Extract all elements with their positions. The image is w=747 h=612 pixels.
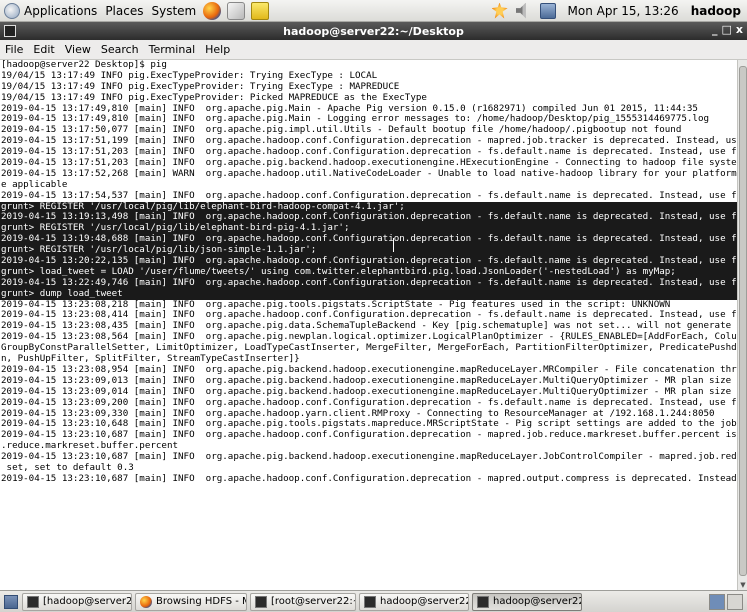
terminal-output[interactable]: [hadoop@server22 Desktop]$ pig 19/04/15 1… <box>0 60 737 590</box>
terminal-line: grunt> REGISTER '/usr/local/pig/lib/json… <box>0 245 737 257</box>
terminal-icon <box>477 595 489 608</box>
terminal-line: 2019-04-15 13:17:49,810 [main] INFO org.… <box>1 114 710 125</box>
firefox-launcher-icon[interactable] <box>203 1 222 20</box>
terminal-line: 19/04/15 13:17:49 INFO pig.ExecTypeProvi… <box>1 81 400 92</box>
terminal-line: 2019-04-15 13:23:08,218 [main] INFO org.… <box>1 299 671 310</box>
workspace-2[interactable] <box>727 593 743 610</box>
terminal-line: 2019-04-15 13:23:09,330 [main] INFO org.… <box>1 408 715 419</box>
menu-search[interactable]: Search <box>96 43 144 56</box>
terminal-line: grunt> REGISTER '/usr/local/pig/lib/elep… <box>0 223 737 235</box>
terminal-line: 2019-04-15 13:22:49,746 [main] INFO org.… <box>0 277 737 289</box>
taskbar-button[interactable]: hadoop@server22:~/D... <box>359 592 469 611</box>
firefox-icon <box>140 595 152 608</box>
close-button[interactable]: x <box>736 23 743 36</box>
top-panel: Applications Places System Mon Apr 15, 1… <box>0 0 747 22</box>
maximize-button[interactable]: □ <box>721 23 731 36</box>
terminal-icon <box>364 595 376 608</box>
places-menu[interactable]: Places <box>101 0 147 22</box>
taskbar-button-label: hadoop@server22:~/D... <box>493 596 581 607</box>
email-launcher-icon[interactable] <box>227 1 246 20</box>
terminal-line: 2019-04-15 13:23:08,564 [main] INFO org.… <box>1 332 737 343</box>
taskbar-button[interactable]: Browsing HDFS - Mozil... <box>135 592 247 611</box>
network-icon[interactable] <box>539 2 556 19</box>
terminal-line: 2019-04-15 13:23:08,954 [main] INFO org.… <box>1 364 737 375</box>
taskbar-button[interactable]: [root@server22:~] <box>250 592 356 611</box>
terminal-line: e applicable <box>1 179 68 190</box>
taskbar-button[interactable]: [hadoop@server22:/us... <box>22 592 132 611</box>
terminal-window-icon[interactable] <box>4 25 16 37</box>
terminal-line: grunt> REGISTER '/usr/local/pig/lib/elep… <box>0 201 737 213</box>
terminal-line: 19/04/15 13:17:49 INFO pig.ExecTypeProvi… <box>1 70 378 81</box>
terminal-line: 2019-04-15 13:17:50,077 [main] INFO org.… <box>1 125 682 136</box>
taskbar-button[interactable]: hadoop@server22:~/D... <box>472 592 582 611</box>
terminal-line: 19/04/15 13:17:49 INFO pig.ExecTypeProvi… <box>1 92 427 103</box>
user-menu[interactable]: hadoop <box>687 4 747 18</box>
taskbar-button-label: hadoop@server22:~/D... <box>380 596 468 607</box>
terminal-line: 2019-04-15 13:23:10,687 [main] INFO org.… <box>1 430 737 441</box>
terminal-line: 2019-04-15 13:23:10,687 [main] INFO org.… <box>1 473 737 484</box>
terminal-line: n, PushUpFilter, SplitFilter, StreamType… <box>1 354 300 365</box>
terminal-line: GroupByConstParallelSetter, LimitOptimiz… <box>1 343 737 354</box>
updates-icon[interactable] <box>491 2 508 19</box>
applications-menu[interactable]: Applications <box>0 0 101 22</box>
gnome-foot-icon <box>4 2 20 19</box>
terminal-line: 2019-04-15 13:23:08,414 [main] INFO org.… <box>1 310 737 321</box>
terminal-line: 2019-04-15 13:23:10,648 [main] INFO org.… <box>1 419 737 430</box>
terminal-line: 2019-04-15 13:17:49,810 [main] INFO org.… <box>1 103 698 114</box>
terminal-line: 2019-04-15 13:23:08,435 [main] INFO org.… <box>1 321 737 332</box>
terminal-line: 2019-04-15 13:23:09,200 [main] INFO org.… <box>1 397 737 408</box>
terminal-line: 2019-04-15 13:17:52,268 [main] WARN org.… <box>1 168 737 179</box>
show-desktop-icon[interactable] <box>4 594 18 609</box>
terminal-scrollbar[interactable]: ▼ <box>737 60 747 590</box>
menu-file[interactable]: File <box>0 43 28 56</box>
mouse-pointer-icon <box>393 238 400 252</box>
bottom-panel: [hadoop@server22:/us... Browsing HDFS - M… <box>0 590 747 612</box>
scrollbar-thumb[interactable] <box>739 66 747 576</box>
menu-edit[interactable]: Edit <box>28 43 59 56</box>
menu-help[interactable]: Help <box>200 43 235 56</box>
system-menu[interactable]: System <box>147 0 200 22</box>
workspace-switcher[interactable] <box>709 593 743 610</box>
applications-menu-label: Applications <box>24 3 98 18</box>
volume-icon[interactable] <box>515 2 526 19</box>
terminal-icon <box>255 595 267 608</box>
terminal-line: grunt> dump load_tweet <box>0 288 737 300</box>
terminal-line: 2019-04-15 13:17:51,199 [main] INFO org.… <box>1 136 737 147</box>
scroll-down-arrow-icon[interactable]: ▼ <box>738 581 747 590</box>
workspace-1[interactable] <box>709 593 725 610</box>
window-title: hadoop@server22:~/Desktop <box>283 24 464 38</box>
taskbar-button-label: Browsing HDFS - Mozil... <box>156 596 246 607</box>
menu-terminal[interactable]: Terminal <box>144 43 201 56</box>
taskbar-button-label: [hadoop@server22:/us... <box>43 596 132 607</box>
terminal-line: set, set to default 0.3 <box>1 462 134 473</box>
menu-view[interactable]: View <box>60 43 96 56</box>
terminal-line: 2019-04-15 13:19:48,688 [main] INFO org.… <box>0 234 737 246</box>
terminal-line: 2019-04-15 13:23:09,013 [main] INFO org.… <box>1 375 737 386</box>
terminal-line: 2019-04-15 13:17:54,537 [main] INFO org.… <box>1 190 737 201</box>
terminal-line: .reduce.markreset.buffer.percent <box>1 441 179 452</box>
terminal-line: 2019-04-15 13:17:51,203 [main] INFO org.… <box>1 147 737 158</box>
clock[interactable]: Mon Apr 15, 13:26 <box>560 4 687 18</box>
terminal-line: 2019-04-15 13:23:10,687 [main] INFO org.… <box>1 452 737 463</box>
window-titlebar[interactable]: hadoop@server22:~/Desktop _ □ x <box>0 22 747 40</box>
terminal-line: 2019-04-15 13:20:22,135 [main] INFO org.… <box>0 256 737 267</box>
terminal-line: 2019-04-15 13:19:13,498 [main] INFO org.… <box>0 212 737 224</box>
taskbar-button-label: [root@server22:~] <box>271 596 356 607</box>
terminal-line: grunt> load_tweet = LOAD '/user/flume/tw… <box>0 266 737 278</box>
terminal-menubar: File Edit View Search Terminal Help <box>0 40 747 60</box>
terminal-line: 2019-04-15 13:23:09,014 [main] INFO org.… <box>1 386 737 397</box>
notes-launcher-icon[interactable] <box>251 1 270 20</box>
terminal-icon <box>27 595 39 608</box>
terminal-line: [hadoop@server22 Desktop]$ pig <box>1 60 167 70</box>
terminal-line: 2019-04-15 13:17:51,203 [main] INFO org.… <box>1 158 737 169</box>
minimize-button[interactable]: _ <box>712 23 718 36</box>
